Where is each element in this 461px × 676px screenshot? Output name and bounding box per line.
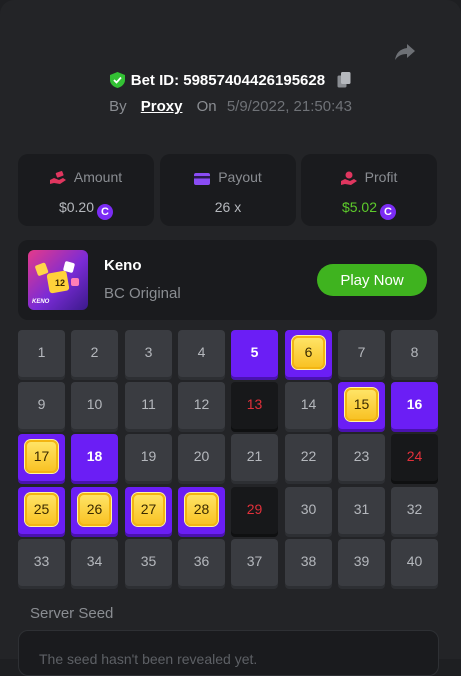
keno-thumbnail: 12 KENO — [28, 250, 88, 310]
keno-cell-14: 14 — [285, 382, 332, 429]
hit-gem: 17 — [25, 440, 58, 473]
stat-amount: Amount $0.20 C — [18, 154, 154, 226]
bet-id-line: Bet ID: 59857404426195628 — [0, 72, 461, 89]
bet-id-label: Bet ID: — [130, 72, 180, 89]
bet-byline: By Proxy On 5/9/2022, 21:50:43 — [0, 98, 461, 115]
thumb-label: KENO — [32, 299, 50, 305]
keno-cell-2: 2 — [71, 330, 118, 377]
bcd-coin-icon: C — [380, 204, 397, 220]
keno-cell-35: 35 — [125, 539, 172, 586]
keno-cell-10: 10 — [71, 382, 118, 429]
thumb-number: 12 — [55, 278, 66, 288]
keno-cell-24: 24 — [391, 434, 438, 481]
hit-gem: 28 — [185, 493, 218, 526]
keno-cell-3: 3 — [125, 330, 172, 377]
keno-cell-18: 18 — [71, 434, 118, 481]
keno-cell-1: 1 — [18, 330, 65, 377]
hit-gem: 15 — [345, 388, 378, 421]
coin-hand-icon — [340, 171, 357, 185]
server-seed-label: Server Seed — [30, 605, 114, 622]
profit-value: $5.02 — [341, 199, 378, 215]
keno-cell-15: 15 — [338, 382, 385, 429]
payout-label: Payout — [218, 169, 262, 185]
keno-cell-7: 7 — [338, 330, 385, 377]
hit-gem: 27 — [132, 493, 165, 526]
bet-id-value: 59857404426195628 — [183, 72, 326, 89]
stat-payout: Payout 26 x — [160, 154, 296, 226]
verified-shield-icon — [109, 72, 125, 88]
keno-cell-8: 8 — [391, 330, 438, 377]
keno-cell-26: 26 — [71, 487, 118, 534]
by-label: By — [109, 98, 127, 115]
keno-cell-20: 20 — [178, 434, 225, 481]
money-hand-icon — [49, 171, 66, 184]
keno-cell-13: 13 — [231, 382, 278, 429]
keno-cell-25: 25 — [18, 487, 65, 534]
hit-gem: 26 — [78, 493, 111, 526]
keno-cell-31: 31 — [338, 487, 385, 534]
card-icon — [194, 173, 211, 185]
bet-timestamp: 5/9/2022, 21:50:43 — [226, 98, 352, 115]
keno-cell-37: 37 — [231, 539, 278, 586]
keno-cell-32: 32 — [391, 487, 438, 534]
on-label: On — [196, 98, 217, 115]
payout-value: 26 x — [214, 199, 242, 215]
hit-gem: 25 — [25, 493, 58, 526]
keno-cell-9: 9 — [18, 382, 65, 429]
profit-label: Profit — [364, 169, 398, 185]
play-now-button[interactable]: Play Now — [317, 264, 427, 296]
keno-cell-5: 5 — [231, 330, 278, 377]
copy-icon[interactable] — [337, 72, 351, 88]
keno-cell-33: 33 — [18, 539, 65, 586]
game-name: Keno — [104, 257, 142, 274]
keno-cell-29: 29 — [231, 487, 278, 534]
bcd-coin-icon: C — [97, 204, 114, 220]
keno-cell-30: 30 — [285, 487, 332, 534]
share-icon[interactable] — [393, 40, 417, 64]
keno-cell-6: 6 — [285, 330, 332, 377]
stat-profit: Profit $5.02 C — [301, 154, 437, 226]
keno-cell-39: 39 — [338, 539, 385, 586]
keno-cell-40: 40 — [391, 539, 438, 586]
keno-cell-28: 28 — [178, 487, 225, 534]
keno-cell-38: 38 — [285, 539, 332, 586]
keno-cell-16: 16 — [391, 382, 438, 429]
keno-cell-22: 22 — [285, 434, 332, 481]
hit-gem: 6 — [292, 336, 325, 369]
keno-cell-12: 12 — [178, 382, 225, 429]
keno-cell-19: 19 — [125, 434, 172, 481]
keno-cell-17: 17 — [18, 434, 65, 481]
game-subtitle: BC Original — [104, 285, 181, 302]
amount-label: Amount — [73, 169, 123, 185]
player-link[interactable]: Proxy — [141, 98, 183, 115]
server-seed-text: The seed hasn't been revealed yet. — [39, 651, 258, 667]
bet-detail-panel: Bet ID: 59857404426195628 By Proxy On 5/… — [0, 0, 461, 676]
keno-cell-4: 4 — [178, 330, 225, 377]
keno-cell-11: 11 — [125, 382, 172, 429]
keno-cell-36: 36 — [178, 539, 225, 586]
amount-value: $0.20 — [58, 199, 95, 215]
keno-cell-34: 34 — [71, 539, 118, 586]
server-seed-box: The seed hasn't been revealed yet. — [18, 630, 439, 676]
keno-cell-21: 21 — [231, 434, 278, 481]
keno-cell-27: 27 — [125, 487, 172, 534]
keno-cell-23: 23 — [338, 434, 385, 481]
game-card: 12 KENO Keno BC Original Play Now — [18, 240, 437, 320]
